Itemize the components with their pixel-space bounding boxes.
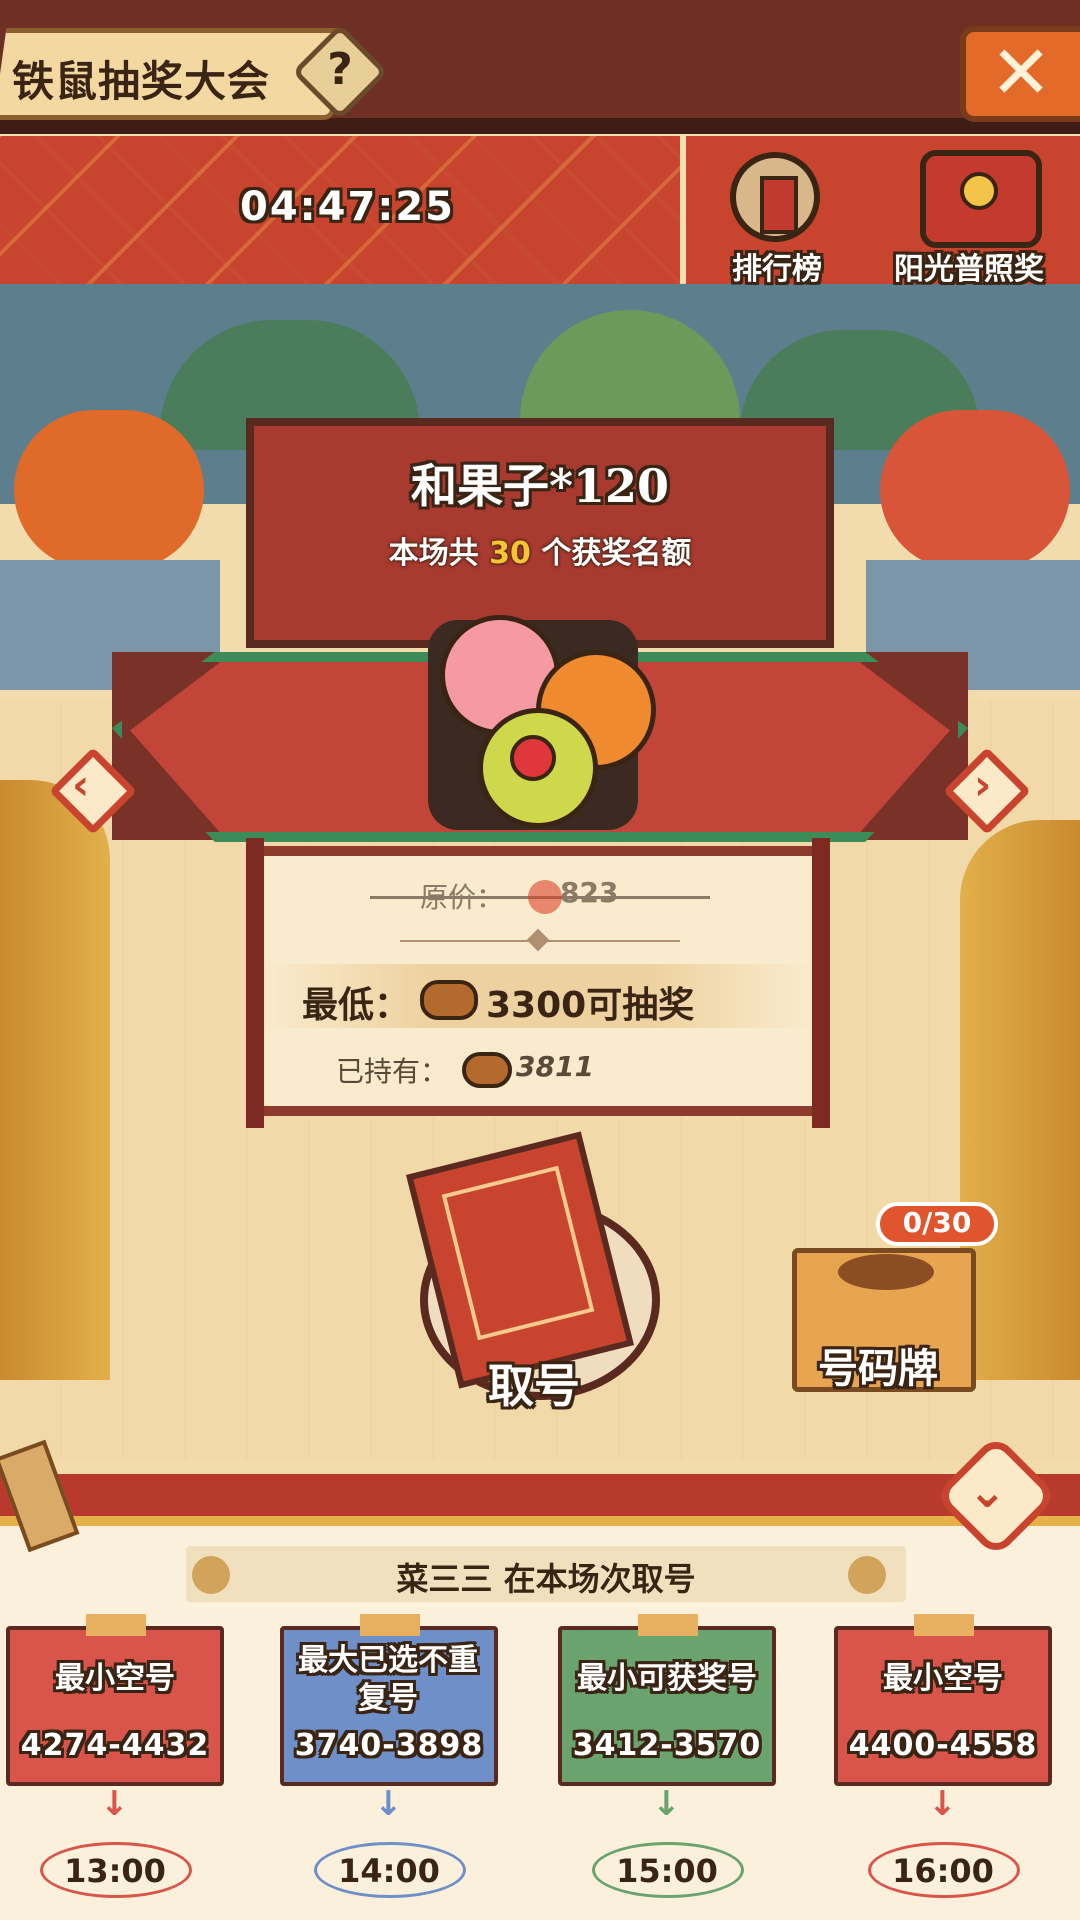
treasure-chest-icon[interactable]: [920, 150, 1042, 248]
card-range: 4400-4558: [848, 1728, 1038, 1763]
min-price-value: 3300可抽奖: [486, 985, 695, 1026]
ranking-button-label[interactable]: 排行榜: [732, 244, 822, 288]
lily-decoration-left: [0, 780, 110, 1380]
chevron-right-icon[interactable]: ›: [974, 760, 991, 809]
card-tape: [86, 1614, 146, 1636]
draw-number-button[interactable]: 取号: [488, 1350, 580, 1416]
card-range: 3740-3898: [294, 1728, 484, 1763]
time-slot: 16:00: [892, 1852, 994, 1890]
bottom-band: [0, 1474, 1080, 1520]
quota-suffix: 个获奖名额: [541, 536, 692, 571]
prize-name: 和果子*120: [410, 459, 670, 513]
owned-label: 已持有：: [336, 1055, 449, 1088]
question-icon[interactable]: ?: [306, 44, 374, 95]
oranges-decoration-right: [880, 410, 1070, 570]
coin-icon: [528, 880, 562, 914]
card-title: 最大已选不重复号: [298, 1643, 478, 1716]
card-tape: [360, 1614, 420, 1636]
count-badge-text: 0/30: [902, 1206, 972, 1239]
card-range: 3412-3570: [572, 1728, 762, 1763]
oranges-decoration-left: [14, 410, 204, 570]
card-tape: [638, 1614, 698, 1636]
double-chevron-down-icon[interactable]: ⌄: [968, 1464, 1007, 1518]
time-slot: 15:00: [616, 1852, 718, 1890]
page-title: 铁鼠抽奖大会: [12, 57, 271, 106]
card-range: 4274-4432: [20, 1728, 210, 1763]
card-title: 最小可获奖号: [577, 1661, 757, 1696]
banner-text: 菜三三 在本场次取号: [396, 1560, 696, 1598]
number-box-label[interactable]: 号码牌: [818, 1336, 938, 1394]
box-slot: [838, 1254, 934, 1290]
lily-decoration-right: [960, 820, 1080, 1380]
card-tape: [914, 1614, 974, 1636]
original-price-value: 823: [560, 876, 619, 909]
chevron-left-icon[interactable]: ‹: [72, 760, 89, 809]
quota-number: 30: [489, 536, 531, 571]
scroll-rod-right: [812, 838, 830, 1128]
time-slot: 14:00: [338, 1852, 440, 1890]
top-bar-strip: [0, 118, 1080, 134]
sunshine-prize-label[interactable]: 阳光普照奖: [894, 244, 1044, 288]
arrow-down-icon: ↓: [100, 1784, 129, 1824]
close-icon[interactable]: ✕: [990, 30, 1052, 116]
arrow-down-icon: ↓: [374, 1784, 403, 1824]
arrow-down-icon: ↓: [652, 1784, 681, 1824]
scroll-rod-left: [246, 838, 264, 1128]
arrow-down-icon: ↓: [928, 1784, 957, 1824]
card-title: 最小空号: [55, 1661, 175, 1696]
countdown-timer: 04:47:25: [240, 184, 455, 230]
quota-prefix: 本场共: [388, 536, 479, 571]
min-price-label: 最低：: [302, 985, 411, 1026]
original-price-label: 原价：: [420, 881, 505, 914]
strawberry-icon: [510, 735, 556, 781]
ranking-icon[interactable]: [730, 152, 820, 242]
owned-value: 3811: [516, 1050, 594, 1083]
wood-log-icon: [420, 980, 478, 1020]
wood-log-icon: [462, 1052, 512, 1088]
quota-text: 本场共 30 个获奖名额: [246, 528, 834, 572]
bottom-band-trim: [0, 1516, 1080, 1526]
time-slot: 13:00: [64, 1852, 166, 1890]
card-title: 最小空号: [883, 1661, 1003, 1696]
